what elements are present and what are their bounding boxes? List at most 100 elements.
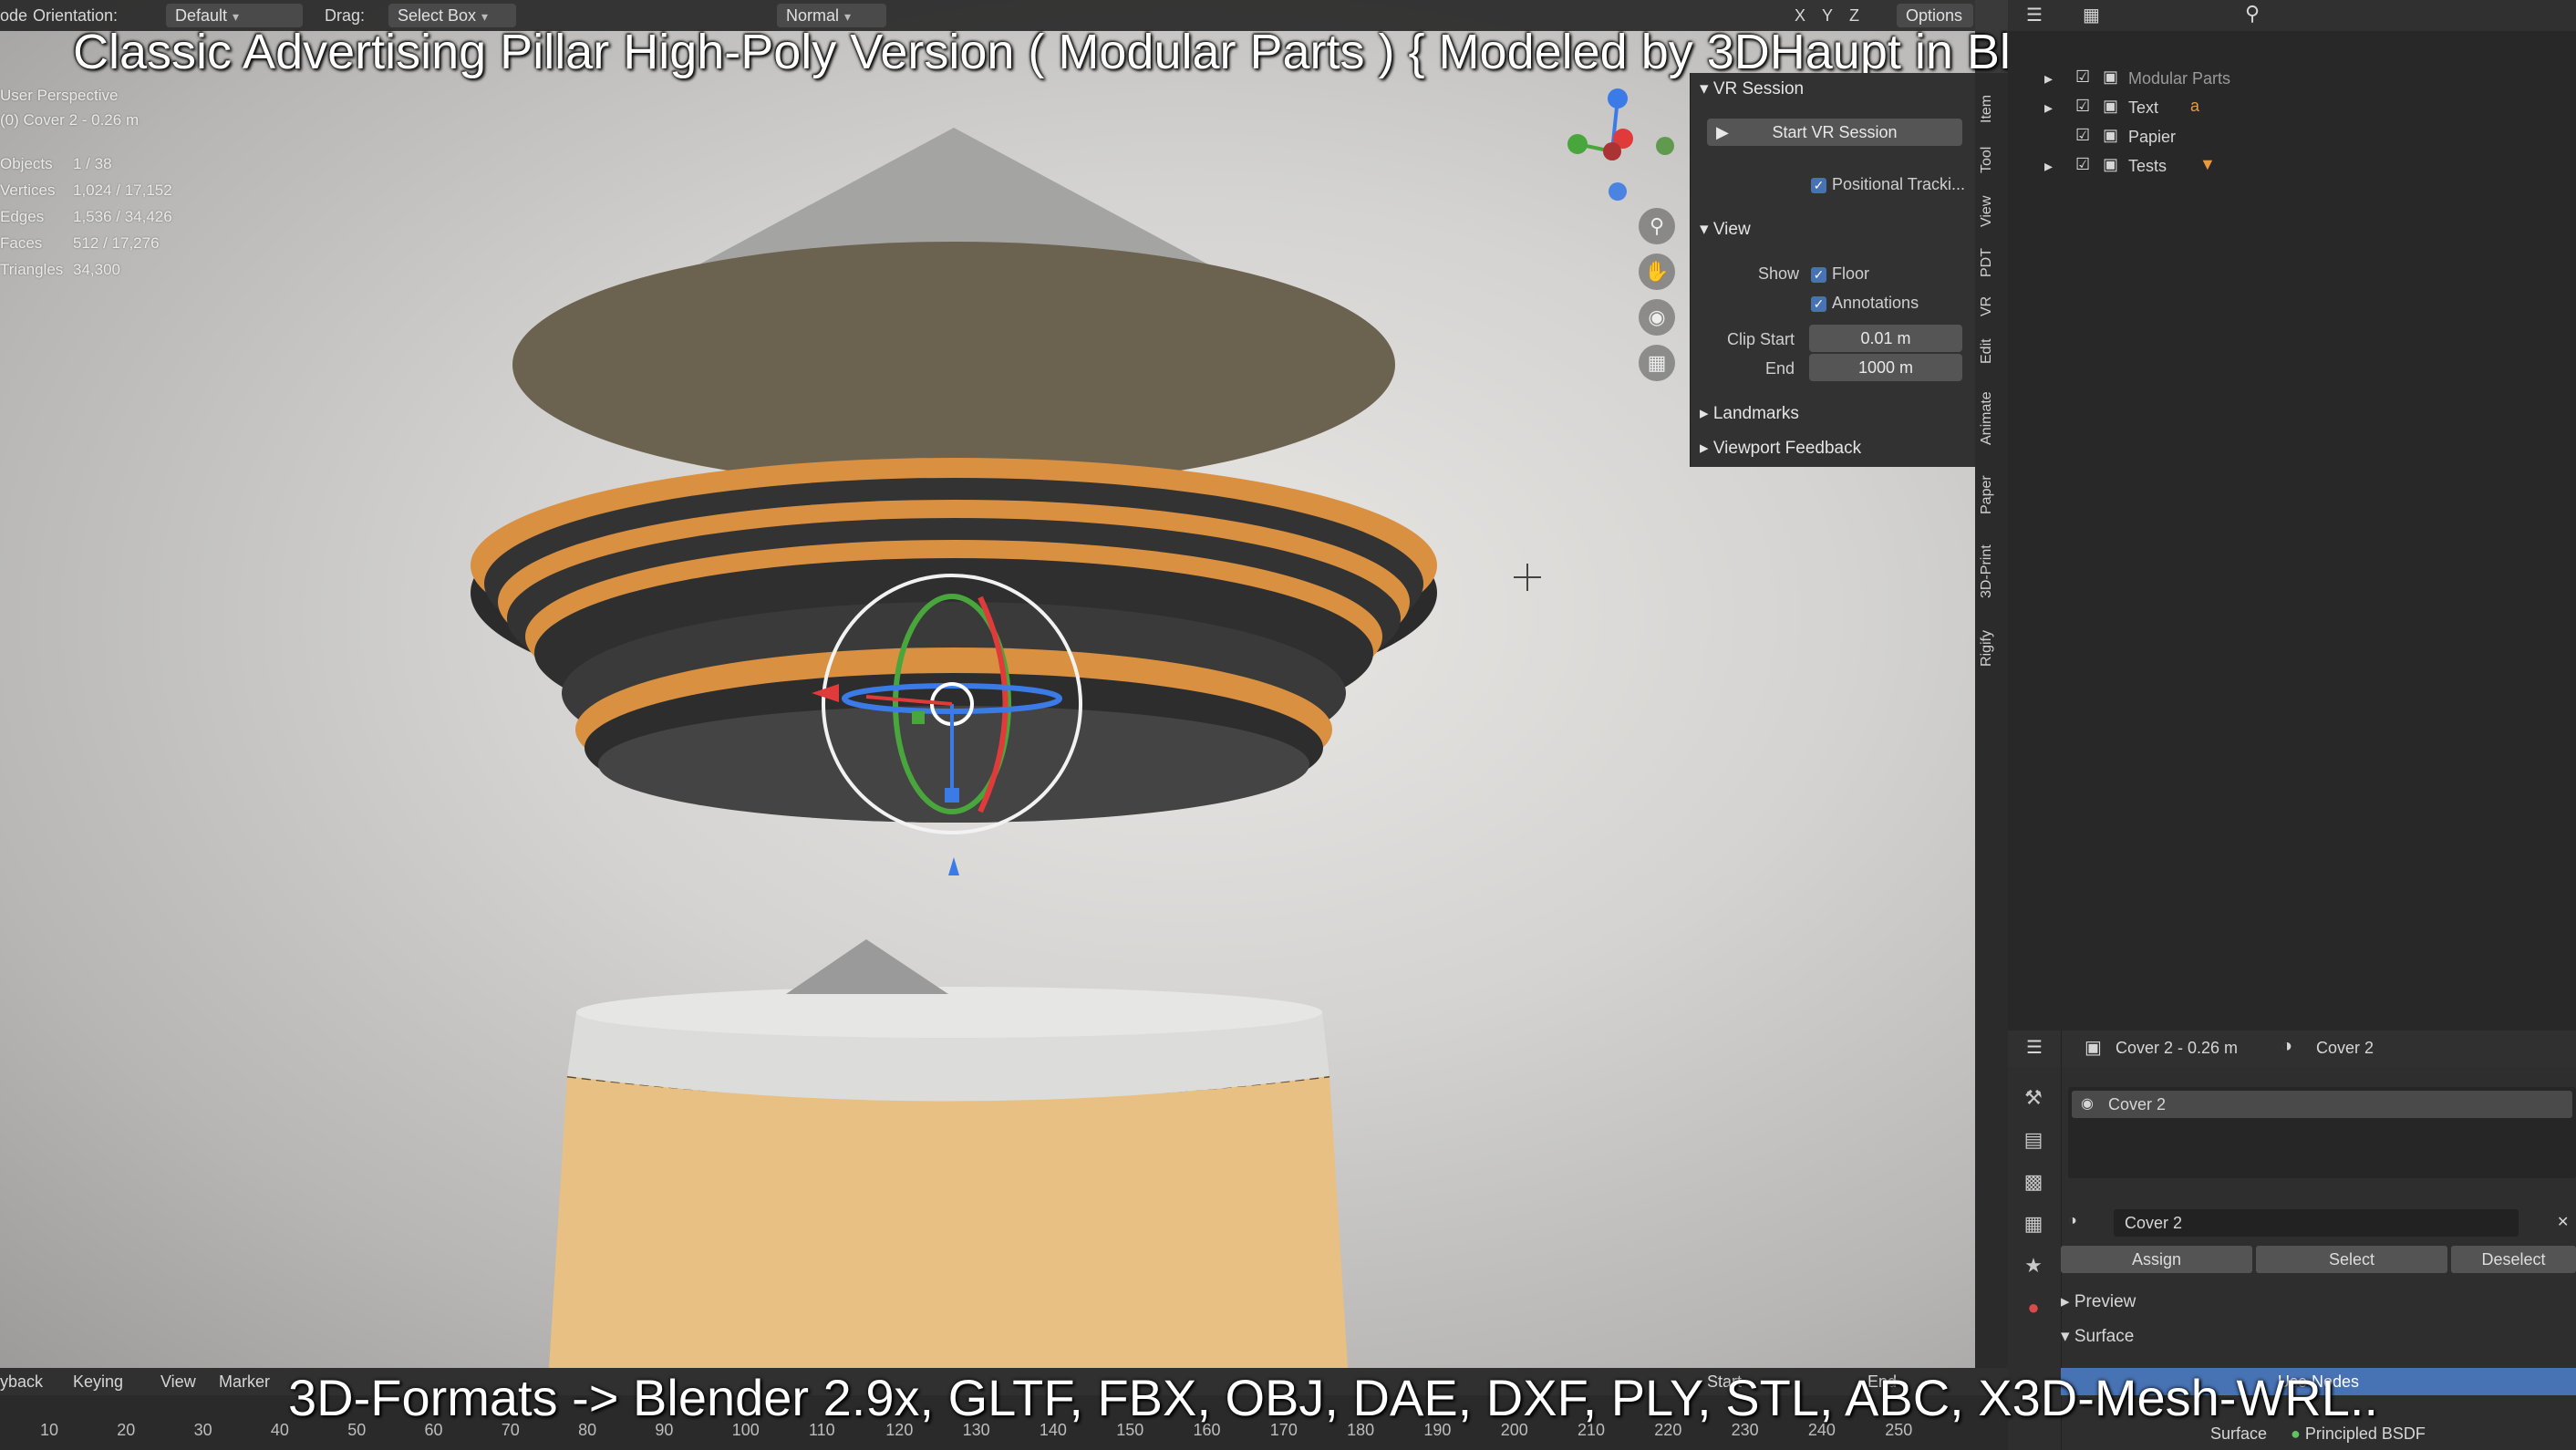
checkbox-icon[interactable]: ☑: [2075, 155, 2090, 174]
collection-icon: ▣: [2103, 97, 2119, 115]
navigation-gizmo[interactable]: [1550, 78, 1678, 206]
surface-label: Surface: [2210, 1424, 2268, 1443]
clip-start-field[interactable]: 0.01 m: [1809, 325, 1962, 352]
view-layer-tab-icon[interactable]: ▦: [2017, 1207, 2050, 1240]
shader-dot-icon: ●: [2291, 1424, 2305, 1443]
tab-view[interactable]: View: [1979, 188, 2004, 235]
vr-session-section[interactable]: ▾ VR Session: [1700, 78, 1804, 99]
stat-value: 512 / 17,276: [73, 234, 160, 252]
outliner-item[interactable]: ▸ ☑ ▣ Modular Parts: [2008, 66, 2576, 95]
floor-checkbox[interactable]: ✓ Floor: [1811, 264, 1869, 284]
collapse-arrow-icon: ▸: [1700, 404, 1713, 423]
material-browse-icon[interactable]: ◑: [2068, 1213, 2077, 1229]
stat-value: 34,300: [73, 261, 120, 278]
view-perspective-label: User Perspective: [0, 87, 119, 104]
view-section[interactable]: ▾ View: [1700, 219, 1751, 240]
marker-menu[interactable]: Marker: [219, 1372, 270, 1392]
search-icon[interactable]: ⚲: [2245, 2, 2260, 26]
material-name: Cover 2: [2125, 1214, 2183, 1232]
expand-arrow-icon: ▾: [2061, 1327, 2074, 1346]
preview-label: Preview: [2074, 1292, 2136, 1311]
timeline-tick-label: 40: [270, 1421, 289, 1439]
tab-3d-print[interactable]: 3D-Print: [1979, 533, 2004, 611]
checkmark-icon: ✓: [1811, 266, 1826, 283]
pan-hand-icon[interactable]: ✋: [1639, 254, 1675, 290]
deselect-button[interactable]: Deselect: [2451, 1246, 2576, 1273]
playback-menu[interactable]: yback: [0, 1372, 43, 1392]
viewport-feedback-title: Viewport Feedback: [1712, 439, 1862, 458]
outliner-item[interactable]: ▸ ☑ ▣ Text a: [2008, 95, 2576, 124]
clip-end-label: End: [1765, 359, 1795, 378]
tool-tab-icon[interactable]: ⚒: [2017, 1082, 2050, 1114]
scene-tab-icon[interactable]: ★: [2017, 1249, 2050, 1282]
tab-paper[interactable]: Paper: [1979, 465, 2004, 525]
outliner-item-label: Text: [2128, 98, 2159, 117]
editor-type-icon[interactable]: ☰: [2026, 1036, 2043, 1059]
material-name-field[interactable]: Cover 2: [2114, 1209, 2519, 1237]
tab-pdt[interactable]: PDT: [1979, 243, 2004, 283]
outliner-panel: ☰ ▦ ⚲ ▸ ☑ ▣ Modular Parts ▸ ☑ ▣ Text a ☑…: [2008, 0, 2576, 1031]
chevron-down-icon: ▾: [844, 9, 852, 24]
annotations-checkbox[interactable]: ✓ Annotations: [1811, 294, 1919, 313]
checkbox-icon[interactable]: ☑: [2075, 67, 2090, 87]
collection-icon: ▣: [2103, 67, 2119, 86]
tab-tool[interactable]: Tool: [1979, 139, 2004, 181]
landmarks-section[interactable]: ▸ Landmarks: [1700, 403, 1799, 424]
close-icon[interactable]: ✕: [2557, 1213, 2569, 1231]
stat-label: Objects: [0, 155, 53, 172]
checkmark-icon: ✓: [1811, 295, 1826, 312]
zoom-icon[interactable]: ⚲: [1639, 208, 1675, 244]
timeline-tick-label: 20: [117, 1421, 136, 1439]
outliner-item[interactable]: ☑ ▣ Papier: [2008, 124, 2576, 153]
tab-vr[interactable]: VR: [1979, 290, 2004, 323]
expand-arrow-icon: ▸: [2044, 69, 2054, 88]
stat-value: 1 / 38: [73, 155, 112, 172]
expand-arrow-icon: ▾: [1700, 220, 1713, 239]
surface-shader-value: Principled BSDF: [2304, 1424, 2426, 1443]
properties-header: ☰ ▣ Cover 2 - 0.26 m ◑ Cover 2: [2008, 1031, 2576, 1067]
orientation-value: Default: [175, 6, 228, 25]
assign-button[interactable]: Assign: [2061, 1246, 2252, 1273]
tab-animate[interactable]: Animate: [1979, 379, 2004, 458]
display-mode-icon[interactable]: ▦: [2083, 4, 2100, 26]
sidebar-panel: ▾ VR Session ▶ Start VR Session ✓ Position…: [1690, 73, 1975, 467]
tab-edit[interactable]: Edit: [1979, 330, 2004, 372]
options-label: Options: [1906, 6, 1963, 25]
camera-icon[interactable]: ◉: [1639, 299, 1675, 336]
drag-value: Select Box: [398, 6, 477, 25]
select-button[interactable]: Select: [2256, 1246, 2447, 1273]
outliner-item[interactable]: ▸ ☑ ▣ Tests ▼: [2008, 153, 2576, 182]
material-icon: ◑: [2281, 1036, 2293, 1056]
timeline-tick-label: 30: [193, 1421, 212, 1439]
material-slot-row[interactable]: ◉ Cover 2: [2072, 1091, 2572, 1118]
keying-menu[interactable]: Keying: [73, 1372, 123, 1392]
checkbox-icon[interactable]: ☑: [2075, 97, 2090, 116]
positional-tracking-checkbox[interactable]: ✓ Positional Tracki...: [1811, 175, 1965, 194]
view-menu[interactable]: View: [160, 1372, 196, 1392]
checkmark-icon: ✓: [1811, 177, 1826, 193]
clip-end-field[interactable]: 1000 m: [1809, 354, 1962, 381]
mode-selector[interactable]: ode: [0, 0, 27, 31]
tab-rigify[interactable]: Rigify: [1979, 618, 2004, 678]
stat-label: Triangles: [0, 261, 64, 278]
surface-shader-field[interactable]: ● Principled BSDF: [2291, 1424, 2426, 1444]
3d-viewport[interactable]: ⚲ ✋ ◉ ▦ User Perspective (0) Cover 2 - 0…: [0, 0, 1975, 1368]
material-slot-list[interactable]: ◉ Cover 2: [2068, 1087, 2576, 1178]
floor-label: Floor: [1832, 264, 1870, 283]
output-tab-icon[interactable]: ▩: [2017, 1165, 2050, 1198]
grid-view-icon[interactable]: ▦: [1639, 345, 1675, 381]
editor-type-icon[interactable]: ☰: [2026, 4, 2043, 26]
sidebar-tabs: Item Tool View PDT VR Edit Animate Paper…: [1975, 73, 2008, 1368]
start-vr-button[interactable]: ▶ Start VR Session: [1707, 119, 1962, 146]
video-subtitle-overlay: 3D-Formats -> Blender 2.9x, GLTF, FBX, O…: [288, 1369, 2379, 1426]
outliner-item-label: Modular Parts: [2128, 69, 2231, 88]
surface-section[interactable]: ▾ Surface: [2061, 1326, 2134, 1347]
world-tab-icon[interactable]: ●: [2017, 1291, 2050, 1324]
stat-label: Vertices: [0, 181, 56, 199]
checkbox-icon[interactable]: ☑: [2075, 126, 2090, 145]
render-tab-icon[interactable]: ▤: [2017, 1124, 2050, 1156]
viewport-feedback-section[interactable]: ▸ Viewport Feedback: [1700, 438, 1861, 459]
preview-section[interactable]: ▸ Preview: [2061, 1291, 2136, 1312]
material-selector[interactable]: ◑ Cover 2 ✕: [2068, 1209, 2569, 1237]
tab-item[interactable]: Item: [1979, 86, 2004, 131]
